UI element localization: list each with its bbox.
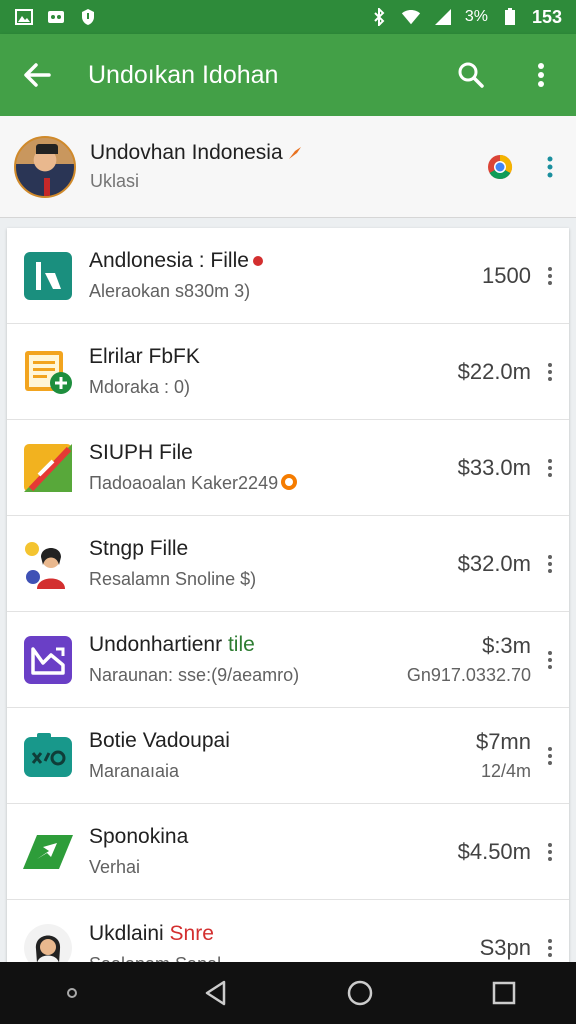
badge-icon bbox=[252, 256, 263, 266]
dot-icon[interactable] bbox=[42, 962, 102, 1024]
item-subtitle: Resalamn Snoline $) bbox=[89, 569, 257, 589]
profile-header[interactable]: Undovhan Indonesia Uklasi bbox=[0, 116, 576, 218]
chrome-icon[interactable] bbox=[486, 153, 514, 181]
document-add-icon bbox=[23, 347, 73, 397]
item-amount: $33.0m bbox=[457, 454, 531, 480]
item-subtitle: Mdoraka : 0) bbox=[89, 377, 191, 397]
list-item[interactable]: Andlonesia : Fille Aleraokan s830m 3) 15… bbox=[7, 228, 569, 324]
list-item[interactable]: Sponokina Verhai $4.50m bbox=[7, 804, 569, 900]
item-subtitle: Aleraokan s830m 3) bbox=[89, 281, 251, 301]
item-title: Botie Vadoupai bbox=[89, 729, 230, 752]
more-vert-icon[interactable] bbox=[545, 266, 555, 285]
app-k-icon bbox=[23, 251, 73, 301]
avatar bbox=[14, 135, 76, 198]
back-triangle-icon[interactable] bbox=[186, 962, 246, 1024]
more-vert-icon[interactable] bbox=[545, 746, 555, 765]
status-bar: 3% 153 bbox=[0, 0, 576, 34]
item-subtitle: Maranaıaia bbox=[89, 761, 180, 781]
list-item[interactable]: Ukdlaini Snre Saalanam Sanal S3pn bbox=[7, 900, 569, 964]
item-title: Undonhartienr bbox=[89, 633, 223, 656]
app-bar: Undoıkan Idohan bbox=[0, 34, 576, 116]
photo-icon bbox=[46, 8, 66, 26]
paper-plane-icon bbox=[23, 827, 73, 877]
gallery-icon bbox=[14, 8, 34, 26]
shield-icon bbox=[78, 8, 98, 26]
item-title: SIUPH File bbox=[89, 441, 193, 464]
item-amount: $:3m bbox=[482, 633, 531, 658]
camera-code-icon bbox=[23, 731, 73, 781]
battery-percent: 3% bbox=[464, 8, 488, 25]
item-title: Elrilar FbFK bbox=[89, 345, 200, 368]
more-vert-icon[interactable] bbox=[506, 34, 576, 116]
file-list: Andlonesia : Fille Aleraokan s830m 3) 15… bbox=[7, 228, 569, 964]
page-title: Undoıkan Idohan bbox=[88, 60, 279, 89]
item-amount-secondary: Gn917.0332.70 bbox=[406, 665, 531, 685]
more-vert-icon[interactable] bbox=[545, 939, 555, 957]
profile-subtitle: Uklasi bbox=[90, 171, 140, 191]
list-item[interactable]: Stngp Fille Resalamn Snoline $) $32.0m bbox=[7, 516, 569, 612]
clock: 153 bbox=[531, 6, 562, 27]
navigation-bar bbox=[0, 962, 576, 1024]
home-circle-icon[interactable] bbox=[330, 962, 390, 1024]
item-subtitle: Naraunan: sse:(9/aeamro) bbox=[89, 665, 300, 685]
pencil-slash-icon bbox=[23, 443, 73, 493]
list-item[interactable]: Botie Vadoupai Maranaıaia $7mn 12/4m bbox=[7, 708, 569, 804]
item-title: Ukdlaini bbox=[89, 921, 164, 945]
list-item[interactable]: Elrilar FbFK Mdoraka : 0) $22.0m bbox=[7, 324, 569, 420]
item-subtitle: Пadoaoalan Kaker2249 bbox=[89, 473, 279, 493]
more-vert-icon[interactable] bbox=[545, 842, 555, 861]
list-item[interactable]: SIUPH File Пadoaoalan Kaker2249 $33.0m bbox=[7, 420, 569, 516]
item-amount: $4.50m bbox=[457, 838, 531, 864]
list-item[interactable]: Undonhartienr tile Naraunan: sse:(9/aeam… bbox=[7, 612, 569, 708]
person-avatar-icon bbox=[23, 923, 73, 964]
person-avatar-icon bbox=[23, 539, 73, 589]
item-title: Andlonesia : Fille bbox=[89, 249, 249, 272]
item-title: Stngp Fille bbox=[89, 537, 189, 560]
item-title-tag: tile bbox=[227, 633, 255, 656]
item-title-tag: Snre bbox=[169, 921, 214, 945]
recents-square-icon[interactable] bbox=[474, 962, 534, 1024]
item-amount: $22.0m bbox=[457, 358, 531, 384]
wifi-icon bbox=[401, 8, 421, 26]
back-arrow-icon[interactable] bbox=[0, 34, 74, 116]
item-amount: 1500 bbox=[482, 262, 531, 288]
item-amount: $7mn bbox=[475, 729, 531, 754]
more-vert-icon[interactable] bbox=[545, 458, 555, 477]
item-title: Sponokina bbox=[89, 825, 189, 848]
search-icon[interactable] bbox=[436, 34, 506, 116]
battery-icon bbox=[500, 8, 520, 26]
bluetooth-icon bbox=[369, 8, 389, 26]
emoji-icon bbox=[281, 474, 298, 490]
more-vert-icon[interactable] bbox=[545, 554, 555, 573]
item-amount-secondary: 12/4m bbox=[480, 761, 531, 781]
more-vert-icon[interactable] bbox=[545, 650, 555, 669]
signal-icon bbox=[433, 8, 453, 26]
profile-name: Undovhan Indonesia bbox=[90, 141, 283, 164]
more-vert-icon[interactable] bbox=[538, 156, 562, 178]
more-vert-icon[interactable] bbox=[545, 362, 555, 381]
item-amount: $32.0m bbox=[457, 550, 531, 576]
item-subtitle: Verhai bbox=[89, 857, 141, 877]
mail-chart-icon bbox=[23, 635, 73, 685]
item-amount: S3pn bbox=[479, 935, 531, 960]
pin-icon bbox=[288, 147, 301, 159]
